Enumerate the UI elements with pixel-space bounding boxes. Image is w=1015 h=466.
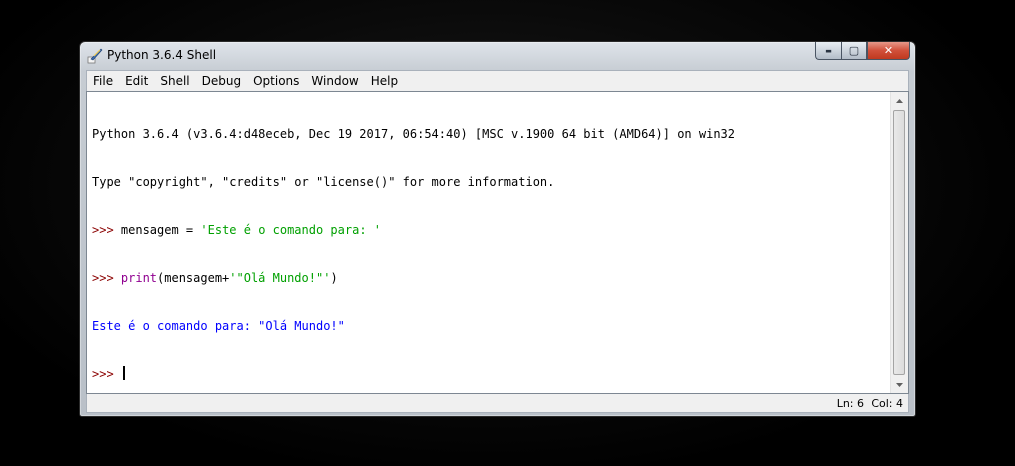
input-line-2: >>> print(mensagem+'"Olá Mundo!"') xyxy=(92,270,886,286)
maximize-button[interactable]: ▢ xyxy=(841,42,867,60)
builtin-keyword: print xyxy=(120,271,158,285)
menu-file[interactable]: File xyxy=(87,71,119,91)
string-literal: '"Olá Mundo!"' xyxy=(229,271,331,285)
menu-shell[interactable]: Shell xyxy=(154,71,195,91)
minimize-icon: ▬ xyxy=(825,46,832,55)
stdout-line: Este é o comando para: "Olá Mundo!" xyxy=(92,319,345,333)
prompt: >>> xyxy=(92,223,121,237)
shell-editor[interactable]: Python 3.6.4 (v3.6.4:d48eceb, Dec 19 201… xyxy=(86,91,909,394)
menu-bar: File Edit Shell Debug Options Window Hel… xyxy=(86,70,909,91)
arrow-up-icon xyxy=(896,98,903,103)
idle-shell-window: Python 3.6.4 Shell ▬ ▢ ✕ File Edit Shell… xyxy=(79,41,916,417)
active-prompt-line[interactable]: >>> xyxy=(92,366,886,382)
maximize-icon: ▢ xyxy=(848,44,860,57)
menu-window[interactable]: Window xyxy=(305,71,364,91)
vertical-scrollbar[interactable] xyxy=(890,92,908,393)
caption-buttons: ▬ ▢ ✕ xyxy=(815,42,910,61)
scroll-up-button[interactable] xyxy=(891,92,908,109)
python-feather-icon xyxy=(87,48,103,64)
code-text: (mensagem+ xyxy=(157,271,230,285)
status-bar: Ln: 6 Col: 4 xyxy=(86,394,909,413)
text-cursor xyxy=(122,366,125,380)
menu-options[interactable]: Options xyxy=(247,71,305,91)
menu-help[interactable]: Help xyxy=(365,71,404,91)
input-line-1: >>> mensagem = 'Este é o comando para: ' xyxy=(92,222,886,238)
prompt: >>> xyxy=(92,271,121,285)
minimize-button[interactable]: ▬ xyxy=(815,42,841,60)
title-bar[interactable]: Python 3.6.4 Shell ▬ ▢ ✕ xyxy=(80,42,915,69)
code-text: mensagem = xyxy=(120,223,201,237)
window-title: Python 3.6.4 Shell xyxy=(107,48,217,62)
column-number-indicator: Col: 4 xyxy=(871,397,903,410)
banner-line-1: Python 3.6.4 (v3.6.4:d48eceb, Dec 19 201… xyxy=(92,127,735,141)
line-number-indicator: Ln: 6 xyxy=(836,397,864,410)
scroll-down-button[interactable] xyxy=(891,376,908,393)
close-button[interactable]: ✕ xyxy=(867,42,910,60)
string-literal: 'Este é o comando para: ' xyxy=(200,223,382,237)
scrollbar-thumb[interactable] xyxy=(893,110,905,375)
prompt: >>> xyxy=(92,367,121,381)
code-text: ) xyxy=(330,271,338,285)
menu-debug[interactable]: Debug xyxy=(196,71,247,91)
banner-line-2: Type "copyright", "credits" or "license(… xyxy=(92,175,555,189)
arrow-down-icon xyxy=(896,382,903,387)
close-icon: ✕ xyxy=(883,44,894,57)
shell-text-area[interactable]: Python 3.6.4 (v3.6.4:d48eceb, Dec 19 201… xyxy=(87,92,891,393)
menu-edit[interactable]: Edit xyxy=(119,71,154,91)
